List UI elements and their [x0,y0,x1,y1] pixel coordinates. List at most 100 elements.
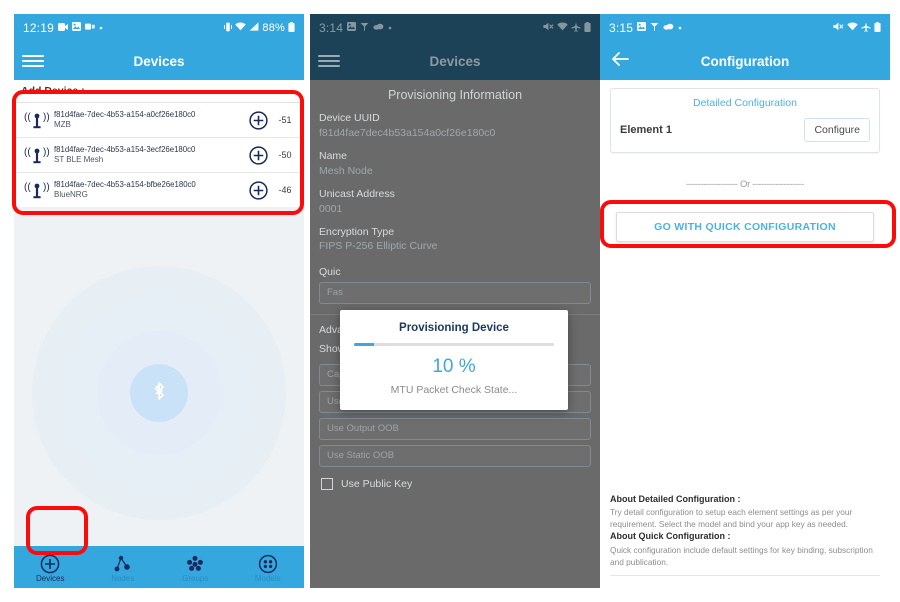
field-label: Encryption Type [319,225,395,238]
status-time: 3:14 [319,21,344,35]
app-bar: Devices [14,42,304,80]
nav-tab-label: Nodes [111,573,135,583]
divider [610,575,880,576]
video-icon [58,22,69,34]
status-bar-left: 3:14 [319,21,543,35]
status-time: 12:19 [23,21,55,35]
field-value: f81d4fae7dec4b53a154a0cf26e180c0 [319,126,496,139]
airplane-icon [861,21,871,35]
nav-tab-label: Models [254,573,281,583]
quick-provisioning-label: Quic [319,265,341,278]
battery-icon [874,21,881,35]
nodes-icon [114,555,130,571]
hamburger-menu-icon[interactable] [318,55,352,67]
nav-tab-devices[interactable]: Devices [14,546,87,588]
devices-body: Add Device : (( )) f81d4fae-7dec-4b53-a1… [14,80,304,588]
status-bar-right: 88% [224,21,295,35]
plus-circle-icon[interactable] [244,110,272,130]
field-name: Name Mesh Node [310,149,600,187]
models-icon [258,554,277,573]
beacon-icon: (( )) [22,145,52,165]
svg-text:((: (( [24,182,31,193]
plus-circle-icon [40,554,60,573]
device-rssi: -51 [278,115,292,126]
field-label: Name [319,149,348,162]
plus-circle-icon[interactable] [244,181,272,200]
svg-text:)): )) [43,182,50,193]
location-icon [360,22,369,34]
use-output-oob-field[interactable]: Use Output OOB [310,417,600,445]
wifi-icon [235,22,247,34]
element-row: Element 1 Configure [620,118,870,142]
cloud-icon [663,23,674,33]
use-output-oob-input[interactable]: Use Output OOB [319,417,591,440]
field-label: Device UUID [319,112,380,124]
about-detailed-heading: About Detailed Configuration : [610,493,741,504]
hamburger-menu-icon[interactable] [22,55,56,67]
phone-panel-devices-scan: 12:19 88% Devices Add Device: (()) f81… [14,14,304,588]
phone-panel-configuration: 3:15 Configuration Detailed Configuratio… [600,14,890,588]
bluetooth-icon [151,381,167,405]
dot-icon [99,23,103,33]
fast-provisioning-input[interactable]: Fas [319,281,591,304]
device-rssi: -46 [278,185,292,196]
field-unicast-address: Unicast Address 0001 [310,187,600,225]
battery-icon [288,21,295,35]
status-bar-right [543,21,591,35]
field-value: FIPS P-256 Elliptic Curve [319,240,438,253]
mute-icon [833,22,844,34]
image-icon [72,22,82,34]
device-uuid: f81d4fae-7dec-4b53-a154-a0cf26e180c0 [54,110,196,119]
table-row[interactable]: (( )) f81d4fae-7dec-4b53-a154-3ecf26e180… [14,138,304,174]
configuration-body: Detailed Configuration Element 1 Configu… [600,80,890,588]
configure-button[interactable]: Configure [804,118,870,142]
dot-icon [678,23,682,33]
device-list: (( )) f81d4fae-7dec-4b53-a154-a0cf26e180… [14,103,304,208]
use-static-oob-input[interactable]: Use Static OOB [319,444,591,467]
nav-tab-groups[interactable]: Groups [159,546,232,588]
nav-tab-label: Groups [182,573,209,583]
page-title: Devices [133,53,185,69]
status-time: 3:15 [609,21,634,35]
field-value: 0001 [319,202,343,215]
battery-saver-icon [85,23,95,33]
app-bar: Devices [310,42,600,80]
field-encryption-type: Encryption Type FIPS P-256 Elliptic Curv… [310,225,600,263]
plus-circle-icon[interactable] [244,146,272,165]
table-row[interactable]: (( )) f81d4fae-7dec-4b53-a154-a0cf26e180… [14,103,304,139]
section-title: Provisioning Information [387,88,523,102]
image-icon [637,22,647,34]
use-public-key-label: Use Public Key [341,477,413,490]
wifi-icon [847,22,858,34]
about-quick-body: Quick configuration include default sett… [610,544,873,567]
device-uuid: f81d4fae-7dec-4b53-a154-bfbe26e180c0 [54,180,196,190]
nav-tab-models[interactable]: Models [232,546,305,588]
checkbox-icon[interactable] [321,477,333,490]
nav-tab-nodes[interactable]: Nodes [87,546,160,588]
page-title: Devices [429,53,481,69]
progress-percent: 10 % [432,356,476,377]
or-separator: ------------------ Or ------------------ [686,179,804,190]
mute-icon [543,22,554,34]
bluetooth-scan-animation [14,198,304,588]
status-bar: 12:19 88% [14,14,304,42]
status-battery-percent: 88% [262,22,285,34]
vibrate-icon [224,22,233,35]
about-detailed-body: Try detail configuration to setup each e… [610,507,853,530]
field-device-uuid: Device UUID f81d4fae7dec4b53a154a0cf26e1… [310,111,600,149]
svg-text:((: (( [24,147,31,158]
nav-tab-label: Devices [36,573,65,583]
about-section: About Detailed Configuration : Try detai… [610,493,880,576]
fast-provisioning-field[interactable]: Fas [310,281,600,309]
field-label: Unicast Address [319,187,395,200]
add-device-label: Add Device : [14,80,304,103]
device-uuid: f81d4fae-7dec-4b53-a154-3ecf26e180c0 [54,145,196,155]
location-icon [650,22,659,34]
arrow-left-icon[interactable] [610,51,644,71]
detailed-configuration-card: Detailed Configuration Element 1 Configu… [610,88,880,153]
svg-text:)): )) [43,112,50,123]
use-public-key-row[interactable]: Use Public Key [310,472,600,490]
go-with-quick-configuration-button[interactable]: GO WITH QUICK CONFIGURATION [616,212,874,242]
use-static-oob-field[interactable]: Use Static OOB [310,444,600,472]
device-info: f81d4fae-7dec-4b53-a154-a0cf26e180c0 MZB [52,110,244,130]
